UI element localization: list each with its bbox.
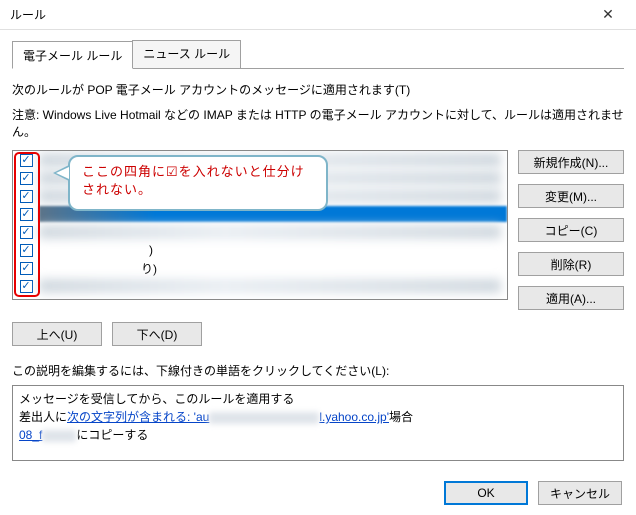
rule-checkbox[interactable]: ✓ [20,244,33,257]
explain-line2-suffix: 場合 [389,410,413,424]
apply-description: 次のルールが POP 電子メール アカウントのメッセージに適用されます(T) [12,81,624,98]
delete-rule-button[interactable]: 削除(R) [518,252,624,276]
side-button-column: 新規作成(N)... 変更(M)... コピー(C) 削除(R) 適用(A)..… [518,150,624,310]
explain-label: この説明を編集するには、下線付きの単語をクリックしてください(L): [12,362,624,379]
explain-line3: 08_f にコピーする [19,426,617,444]
rule-row[interactable]: ✓ [13,187,507,205]
explain-box[interactable]: メッセージを受信してから、このルールを適用する 差出人に次の文字列が含まれる: … [12,385,624,461]
rule-label [39,171,501,185]
rule-row[interactable]: ✓ り) [13,259,507,277]
explain-line2: 差出人に次の文字列が含まれる: 'au l.yahoo.co.jp'場合 [19,408,617,426]
folder-link[interactable]: 08_f [19,428,76,442]
move-button-row: 上へ(U) 下へ(D) [12,310,624,356]
rule-label [39,153,501,167]
rule-checkbox[interactable]: ✓ [20,262,33,275]
rule-row[interactable]: ✓ [13,277,507,295]
tab-email-rules[interactable]: 電子メール ルール [12,41,133,69]
rule-row[interactable]: ✓ [13,169,507,187]
rule-label: り) [39,260,507,277]
explain-line1: メッセージを受信してから、このルールを適用する [19,390,617,408]
rule-label [39,225,501,239]
ok-button[interactable]: OK [444,481,528,505]
rule-label: ) [39,243,507,257]
tab-news-rules[interactable]: ニュース ルール [132,40,241,68]
content-area: 電子メール ルール ニュース ルール 次のルールが POP 電子メール アカウン… [0,30,636,461]
dialog-footer: OK キャンセル [444,481,622,505]
folder-link-text: 08_f [19,428,42,442]
warning-text: 注意: Windows Live Hotmail などの IMAP または HT… [12,106,624,140]
rule-checkbox[interactable]: ✓ [20,154,33,167]
explain-line2-prefix: 差出人に [19,410,67,424]
copy-rule-button[interactable]: コピー(C) [518,218,624,242]
explain-line3-suffix: にコピーする [76,428,148,442]
apply-rule-button[interactable]: 適用(A)... [518,286,624,310]
rule-checkbox[interactable]: ✓ [20,190,33,203]
tab-strip: 電子メール ルール ニュース ルール [12,40,624,69]
titlebar: ルール ✕ [0,0,636,30]
rule-checkbox[interactable]: ✓ [20,208,33,221]
rule-row[interactable]: ✓ [13,223,507,241]
rule-row[interactable]: ✓ ) [13,241,507,259]
cancel-button[interactable]: キャンセル [538,481,622,505]
rule-checkbox[interactable]: ✓ [20,172,33,185]
contains-link[interactable]: 次の文字列が含まれる: 'au l.yahoo.co.jp' [67,410,389,424]
edit-rule-button[interactable]: 変更(M)... [518,184,624,208]
contains-link-suffix: l.yahoo.co.jp' [319,410,389,424]
rule-label [39,279,501,293]
rule-row[interactable]: ✓ [13,151,507,169]
rules-listbox[interactable]: ここの四角に☑を入れないと仕分けされない。 ✓ ✓ ✓ ✓ ✓ [12,150,508,300]
new-rule-button[interactable]: 新規作成(N)... [518,150,624,174]
window-title: ルール [10,6,588,23]
rule-checkbox[interactable]: ✓ [20,226,33,239]
rule-label [39,189,501,203]
move-up-button[interactable]: 上へ(U) [12,322,102,346]
rule-label [39,206,507,222]
close-icon[interactable]: ✕ [588,1,628,29]
contains-link-text: 次の文字列が含まれる: 'au [67,410,209,424]
rule-checkbox[interactable]: ✓ [20,280,33,293]
redacted-text [209,412,319,424]
redacted-text [42,430,76,442]
rule-row[interactable]: ✓ [13,205,507,223]
move-down-button[interactable]: 下へ(D) [112,322,202,346]
